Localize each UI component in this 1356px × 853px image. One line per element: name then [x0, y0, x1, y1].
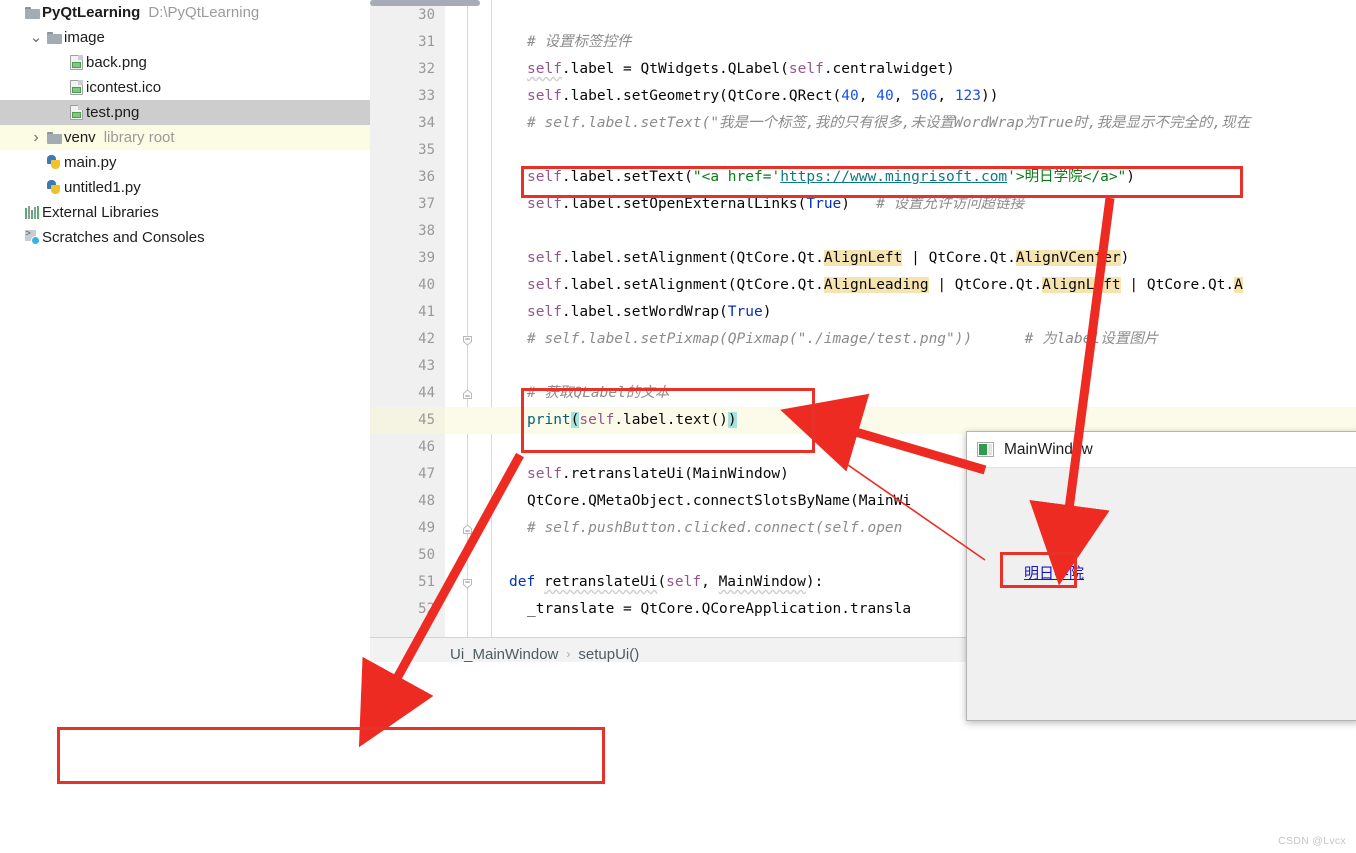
breadcrumb-method[interactable]: setupUi(): [578, 646, 639, 663]
fold-collapse-icon[interactable]: [461, 577, 474, 590]
line-number: 42: [418, 331, 435, 347]
line-number: 37: [418, 196, 435, 212]
tree-item-label: Scratches and Consoles: [42, 229, 205, 246]
code-line-32[interactable]: self.label = QtWidgets.QLabel(self.centr…: [491, 56, 1356, 83]
tree-item-label: venv: [64, 129, 96, 146]
tree-item-pyqtlearning[interactable]: PyQtLearning D:\PyQtLearning: [0, 0, 370, 25]
app-window-icon: [977, 442, 994, 457]
external-libraries-icon: [22, 206, 42, 219]
code-line-31[interactable]: # 设置标签控件: [491, 29, 1356, 56]
code-line-34[interactable]: # self.label.setText("我是一个标签,我的只有很多,未设置W…: [491, 110, 1356, 137]
code-line-45[interactable]: print(self.label.text()): [491, 407, 1356, 434]
tree-item-label: back.png: [86, 54, 147, 71]
line-number: 32: [418, 61, 435, 77]
line-number: 46: [418, 439, 435, 455]
line-number: 36: [418, 169, 435, 185]
folder-icon: [22, 6, 42, 19]
code-line-44[interactable]: # 获取QLabel的文本: [491, 380, 1356, 407]
line-number: 49: [418, 520, 435, 536]
line-number: 44: [418, 385, 435, 401]
line-number: 51: [418, 574, 435, 590]
code-line-40[interactable]: self.label.setAlignment(QtCore.Qt.AlignL…: [491, 272, 1356, 299]
line-number: 39: [418, 250, 435, 266]
png-file-icon: [66, 105, 86, 120]
code-line-38[interactable]: [491, 218, 1356, 245]
folder-icon: [44, 31, 64, 44]
line-number: 31: [418, 34, 435, 50]
line-number: 38: [418, 223, 435, 239]
tree-item-label: main.py: [64, 154, 117, 171]
tree-item-label: PyQtLearning: [42, 4, 141, 21]
png-file-icon: [66, 80, 86, 95]
breadcrumb-separator-icon: ›: [566, 647, 571, 661]
code-line-35[interactable]: [491, 137, 1356, 164]
tree-item-external-libraries[interactable]: External Libraries: [0, 200, 370, 225]
tree-item-label: External Libraries: [42, 204, 159, 221]
tree-item-label: icontest.ico: [86, 79, 162, 96]
editor-horizontal-scrollbar[interactable]: [370, 0, 480, 6]
line-number: 40: [418, 277, 435, 293]
watermark: CSDN @Lvcx: [1278, 835, 1346, 847]
tree-item-main-py[interactable]: main.py: [0, 150, 370, 175]
current-line-highlight-fold: [445, 407, 491, 434]
fold-collapse-icon[interactable]: [461, 334, 474, 347]
project-tree-panel[interactable]: PyQtLearning D:\PyQtLearning ⌄ image back.pn…: [0, 0, 370, 662]
code-line-42[interactable]: # self.label.setPixmap(QPixmap("./image/…: [491, 326, 1356, 353]
chevron-right-icon[interactable]: ›: [28, 129, 44, 145]
line-number: 33: [418, 88, 435, 104]
line-number: 45: [418, 412, 435, 428]
mainwindow-dialog[interactable]: MainWindow 明日学院: [966, 431, 1356, 721]
editor-gutter[interactable]: 30 31 32 33 34 35 36 37 38 39 40 41 42 43 44 45 46 47 48 49…: [370, 0, 445, 637]
tree-item-label: untitled1.py: [64, 179, 141, 196]
code-line-43[interactable]: [491, 353, 1356, 380]
line-number: 50: [418, 547, 435, 563]
line-number: 52: [418, 601, 435, 617]
line-number: 35: [418, 142, 435, 158]
line-number: 30: [418, 7, 435, 23]
code-line-39[interactable]: self.label.setAlignment(QtCore.Qt.AlignL…: [491, 245, 1356, 272]
line-number: 47: [418, 466, 435, 482]
tree-item-icontest-ico[interactable]: icontest.ico: [0, 75, 370, 100]
tree-item-label: image: [64, 29, 105, 46]
code-line-41[interactable]: self.label.setWordWrap(True): [491, 299, 1356, 326]
code-line-36[interactable]: self.label.setText("<a href='https://www…: [491, 164, 1356, 191]
line-number: 41: [418, 304, 435, 320]
editor-fold-strip[interactable]: [445, 0, 491, 637]
png-file-icon: [66, 55, 86, 70]
code-line-30[interactable]: [491, 2, 1356, 29]
chevron-down-icon[interactable]: ⌄: [28, 30, 44, 45]
fold-expand-icon[interactable]: [461, 523, 474, 536]
fold-guide-line: [467, 0, 468, 637]
tree-item-back-png[interactable]: back.png: [0, 50, 370, 75]
code-url-link[interactable]: https://www.mingrisoft.com: [780, 169, 1007, 185]
folder-icon: [44, 131, 64, 144]
tree-item-scratches-and-consoles[interactable]: Scratches and Consoles: [0, 225, 370, 250]
line-number: 43: [418, 358, 435, 374]
fold-expand-icon[interactable]: [461, 388, 474, 401]
tree-item-suffix: D:\PyQtLearning: [148, 4, 260, 21]
tree-item-untitled1-py[interactable]: untitled1.py: [0, 175, 370, 200]
line-number: 34: [418, 115, 435, 131]
tree-item-test-png[interactable]: test.png: [0, 100, 370, 125]
scratches-icon: [22, 228, 42, 245]
tree-item-image[interactable]: ⌄ image: [0, 25, 370, 50]
line-number: 48: [418, 493, 435, 509]
breadcrumb-class[interactable]: Ui_MainWindow: [450, 646, 558, 663]
code-line-37[interactable]: self.label.setOpenExternalLinks(True) # …: [491, 191, 1356, 218]
python-file-icon: [44, 180, 64, 195]
tree-item-label: test.png: [86, 104, 140, 121]
code-line-33[interactable]: self.label.setGeometry(QtCore.QRect(40, …: [491, 83, 1356, 110]
python-file-icon: [44, 155, 64, 170]
mainwindow-titlebar[interactable]: MainWindow: [967, 432, 1356, 468]
mainwindow-hyperlink[interactable]: 明日学院: [1024, 562, 1084, 583]
tree-item-venv[interactable]: › venv library root: [0, 125, 370, 150]
tree-item-suffix: library root: [103, 129, 175, 146]
mainwindow-title-text: MainWindow: [1004, 440, 1093, 458]
